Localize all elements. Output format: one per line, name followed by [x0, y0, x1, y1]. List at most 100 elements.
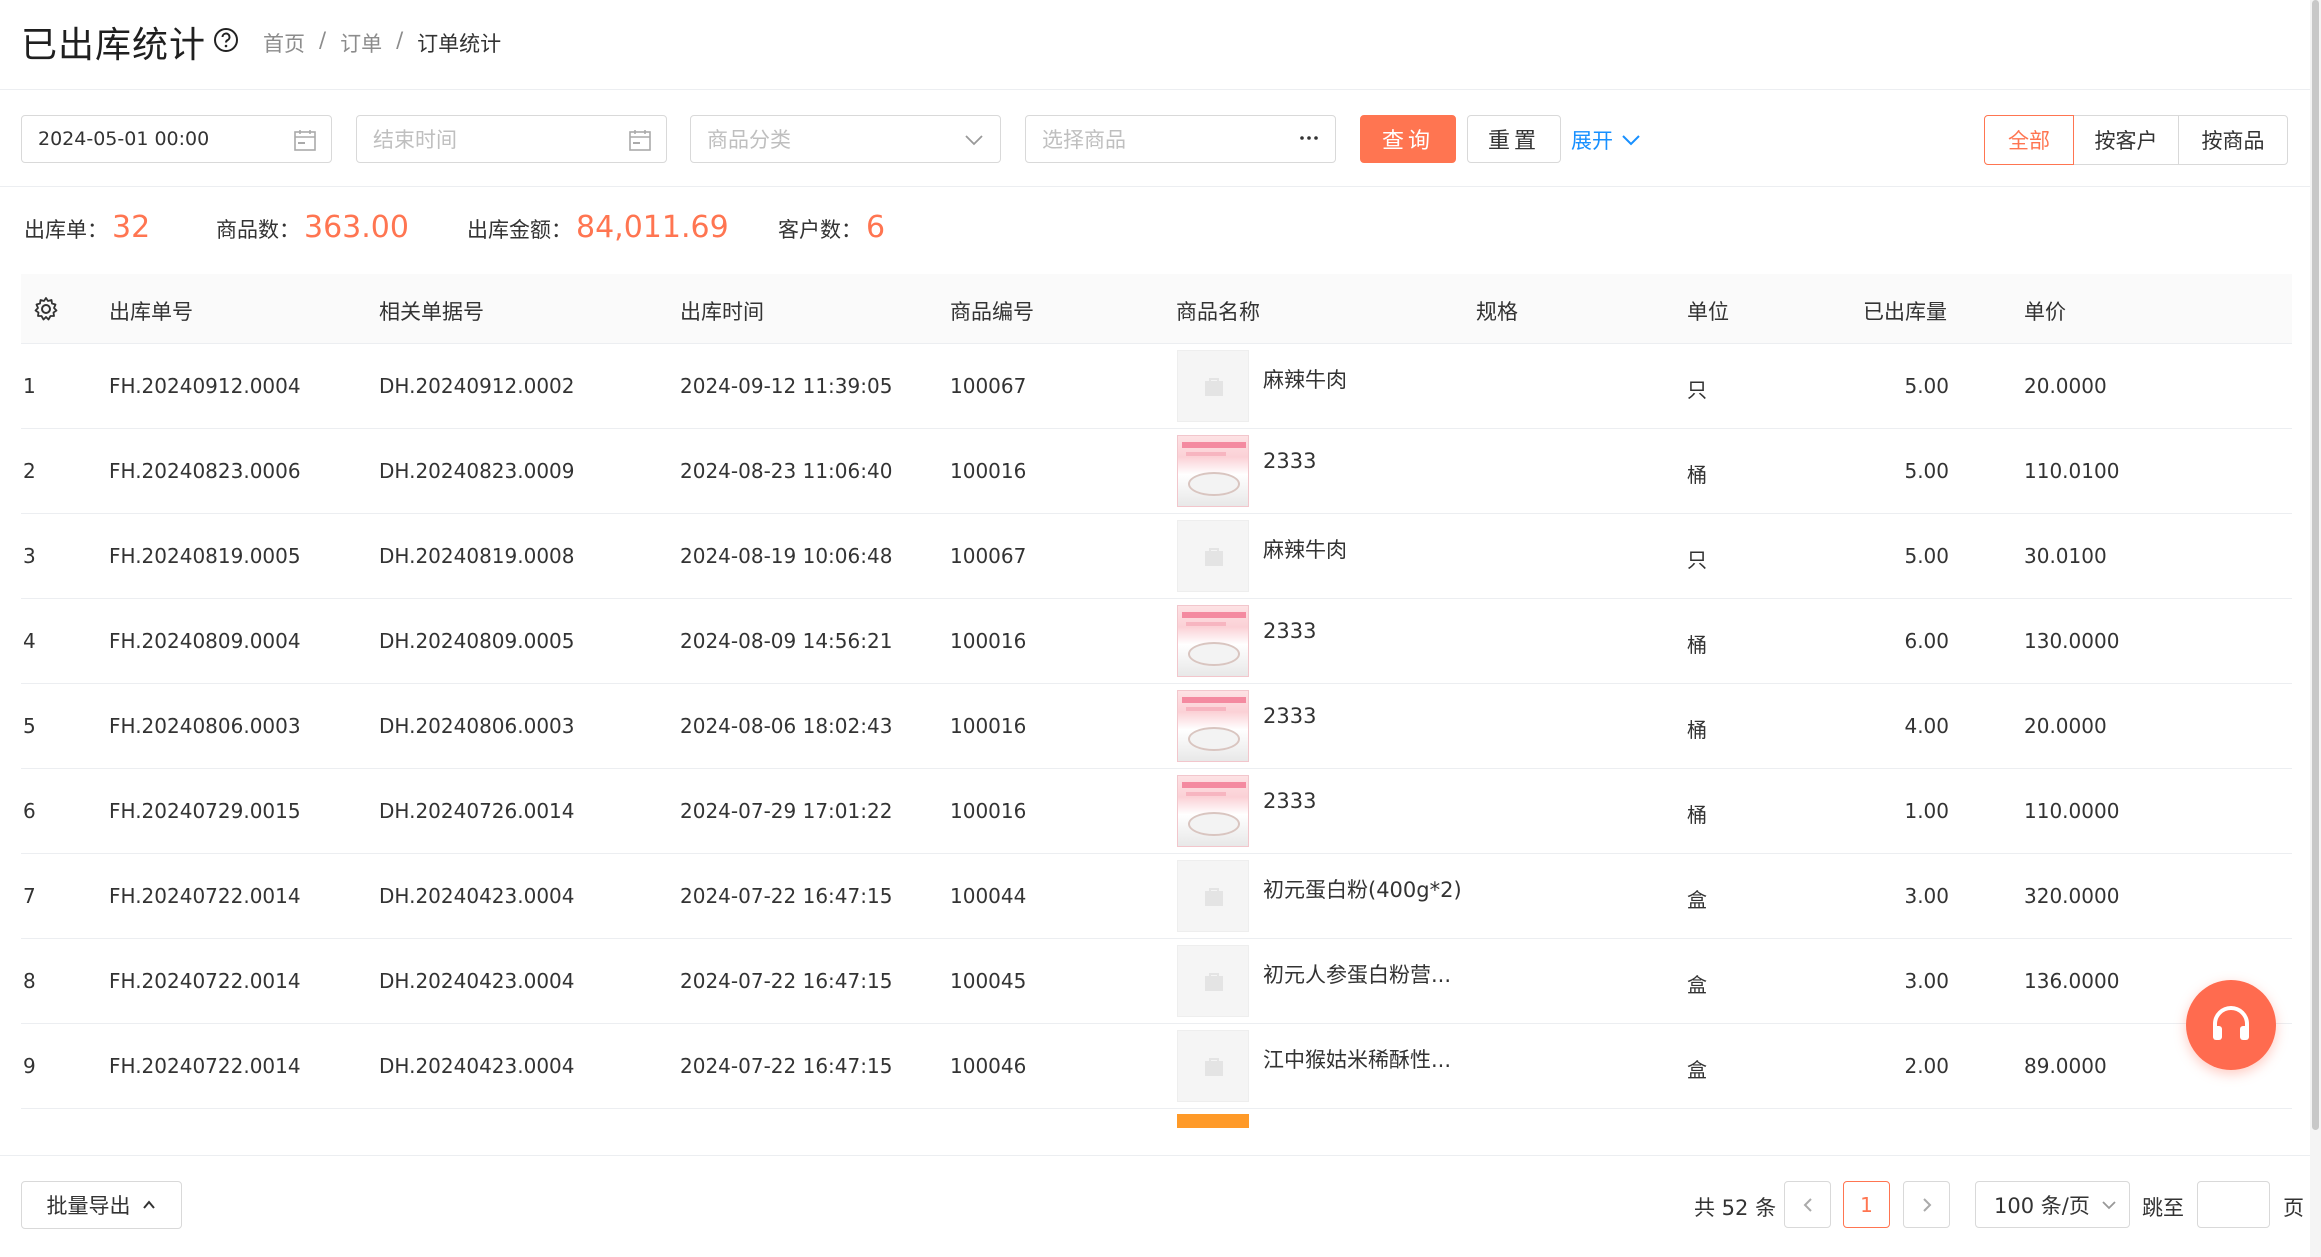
- view-mode-segmented: 全部 按客户 按商品: [1984, 115, 2288, 165]
- cell-qty: 3.00: [1904, 884, 1949, 908]
- cell-unit: 只: [1687, 378, 1707, 402]
- column-header[interactable]: 已出库量: [1863, 296, 1947, 326]
- stat-out-amount: 出库金额： 84,011.69: [467, 210, 729, 245]
- cell-idx: 1: [23, 374, 36, 398]
- product-thumbnail[interactable]: [1177, 775, 1249, 847]
- column-header[interactable]: 单价: [2024, 296, 2066, 326]
- table-row[interactable]: 8 FH.20240722.0014 DH.20240423.0004 2024-07…: [21, 939, 2292, 1024]
- cell-time: 2024-07-22 16:47:15: [680, 1054, 893, 1078]
- cell-time: 2024-07-22 16:47:15: [680, 969, 893, 993]
- stat-value: 32: [112, 210, 151, 245]
- column-header[interactable]: 相关单据号: [379, 296, 484, 326]
- tab-by-customer[interactable]: 按客户: [2073, 115, 2179, 165]
- more-dots-icon[interactable]: [1297, 128, 1321, 152]
- product-select[interactable]: 选择商品: [1025, 115, 1336, 163]
- cell-time: 2024-09-12 11:39:05: [680, 374, 893, 398]
- chevron-up-icon: [142, 1200, 155, 1209]
- page-unit-label: 页: [2283, 1196, 2304, 1220]
- product-thumbnail[interactable]: [1177, 945, 1249, 1017]
- cell-out-no: FH.20240722.0014: [109, 1054, 301, 1078]
- column-header[interactable]: 商品编号: [950, 296, 1034, 326]
- table-row[interactable]: 5 FH.20240806.0003 DH.20240806.0003 2024-08…: [21, 684, 2292, 769]
- breadcrumb: 首页 / 订单 / 订单统计: [263, 28, 501, 58]
- cell-price: 320.0000: [2024, 884, 2120, 908]
- headset-icon: [2213, 1006, 2249, 1040]
- table-row[interactable]: 1 FH.20240912.0004 DH.20240912.0002 2024-09…: [21, 344, 2292, 429]
- table-row[interactable]: 3 FH.20240819.0005 DH.20240819.0008 2024-08…: [21, 514, 2292, 599]
- chevron-down-icon: [965, 135, 983, 146]
- table-row[interactable]: 6 FH.20240729.0015 DH.20240726.0014 2024-07…: [21, 769, 2292, 854]
- chevron-left-icon: [1803, 1197, 1812, 1212]
- expand-toggle[interactable]: 展开: [1571, 125, 1641, 155]
- page-number-button[interactable]: 1: [1843, 1181, 1890, 1228]
- tab-all[interactable]: 全部: [1984, 115, 2074, 165]
- table-row[interactable]: 4 FH.20240809.0004 DH.20240809.0005 2024-08…: [21, 599, 2292, 684]
- product-thumbnail[interactable]: [1177, 435, 1249, 507]
- cell-qty: 5.00: [1904, 374, 1949, 398]
- stat-value: 6: [866, 210, 886, 245]
- breadcrumb-home[interactable]: 首页: [263, 28, 305, 58]
- page-root: 已出库统计 首页 / 订单 / 订单统计 2024-05-01 00:00 结束…: [0, 0, 2321, 1257]
- tab-by-product[interactable]: 按商品: [2178, 115, 2288, 165]
- stat-value: 84,011.69: [576, 210, 729, 245]
- column-header[interactable]: 出库时间: [680, 296, 764, 326]
- cell-product-name: 2333: [1263, 619, 1317, 643]
- query-button[interactable]: 查询: [1360, 115, 1456, 163]
- cell-code: 100016: [950, 799, 1027, 823]
- customer-service-button[interactable]: [2186, 980, 2276, 1070]
- stat-out-orders: 出库单： 32: [24, 210, 150, 245]
- prev-page-button[interactable]: [1784, 1181, 1831, 1228]
- column-header[interactable]: 出库单号: [109, 296, 193, 326]
- cell-code: 100046: [950, 1054, 1027, 1078]
- start-time-picker[interactable]: 2024-05-01 00:00: [21, 115, 332, 163]
- cell-ref-no: DH.20240726.0014: [379, 799, 575, 823]
- stat-item-count: 商品数： 363.00: [216, 210, 409, 245]
- image-placeholder-icon: [1205, 888, 1223, 906]
- cell-out-no: FH.20240819.0005: [109, 544, 301, 568]
- product-thumbnail[interactable]: [1177, 690, 1249, 762]
- page-title: 已出库统计: [21, 25, 207, 66]
- category-select[interactable]: 商品分类: [690, 115, 1001, 163]
- cell-out-no: FH.20240912.0004: [109, 374, 301, 398]
- product-placeholder: 选择商品: [1042, 128, 1126, 152]
- settings-gear-icon[interactable]: [33, 296, 59, 322]
- next-page-button[interactable]: [1903, 1181, 1950, 1228]
- cell-idx: 7: [23, 884, 36, 908]
- cell-unit: 桶: [1687, 718, 1707, 742]
- start-time-value: 2024-05-01 00:00: [38, 128, 210, 150]
- cell-out-no: FH.20240722.0014: [109, 884, 301, 908]
- reset-button[interactable]: 重置: [1467, 115, 1561, 163]
- product-thumbnail[interactable]: [1177, 350, 1249, 422]
- cell-out-no: FH.20240806.0003: [109, 714, 301, 738]
- product-thumbnail[interactable]: [1177, 860, 1249, 932]
- cell-ref-no: DH.20240423.0004: [379, 1054, 575, 1078]
- cell-code: 100016: [950, 714, 1027, 738]
- cell-idx: 6: [23, 799, 36, 823]
- column-header[interactable]: 商品名称: [1176, 296, 1260, 326]
- page-size-select[interactable]: 100 条/页: [1975, 1181, 2130, 1228]
- column-header[interactable]: 单位: [1687, 296, 1729, 326]
- table-row[interactable]: 2 FH.20240823.0006 DH.20240823.0009 2024-08…: [21, 429, 2292, 514]
- scrollbar-thumb[interactable]: [2312, 0, 2319, 1130]
- product-thumbnail: [1177, 1114, 1249, 1128]
- cell-product-name: 2333: [1263, 449, 1317, 473]
- bulk-export-button[interactable]: 批量导出: [21, 1181, 182, 1229]
- product-thumbnail[interactable]: [1177, 605, 1249, 677]
- table-row[interactable]: 7 FH.20240722.0014 DH.20240423.0004 2024-07…: [21, 854, 2292, 939]
- footer-bar: 批量导出 共 52 条 1 100 条/页 跳至 页: [0, 1155, 2310, 1255]
- cell-ref-no: DH.20240423.0004: [379, 969, 575, 993]
- table-row[interactable]: 9 FH.20240722.0014 DH.20240423.0004 2024-07…: [21, 1024, 2292, 1109]
- cell-idx: 5: [23, 714, 36, 738]
- product-thumbnail[interactable]: [1177, 1030, 1249, 1102]
- cell-price: 110.0100: [2024, 459, 2120, 483]
- jump-page-input[interactable]: [2197, 1181, 2270, 1228]
- cell-unit: 盒: [1687, 888, 1707, 912]
- chevron-down-icon: [2102, 1200, 2116, 1209]
- cell-out-no: FH.20240823.0006: [109, 459, 301, 483]
- column-header[interactable]: 规格: [1476, 296, 1518, 326]
- help-circle-icon[interactable]: [212, 26, 240, 54]
- cell-time: 2024-08-06 18:02:43: [680, 714, 893, 738]
- breadcrumb-orders[interactable]: 订单: [340, 28, 382, 58]
- end-time-picker[interactable]: 结束时间: [356, 115, 667, 163]
- product-thumbnail[interactable]: [1177, 520, 1249, 592]
